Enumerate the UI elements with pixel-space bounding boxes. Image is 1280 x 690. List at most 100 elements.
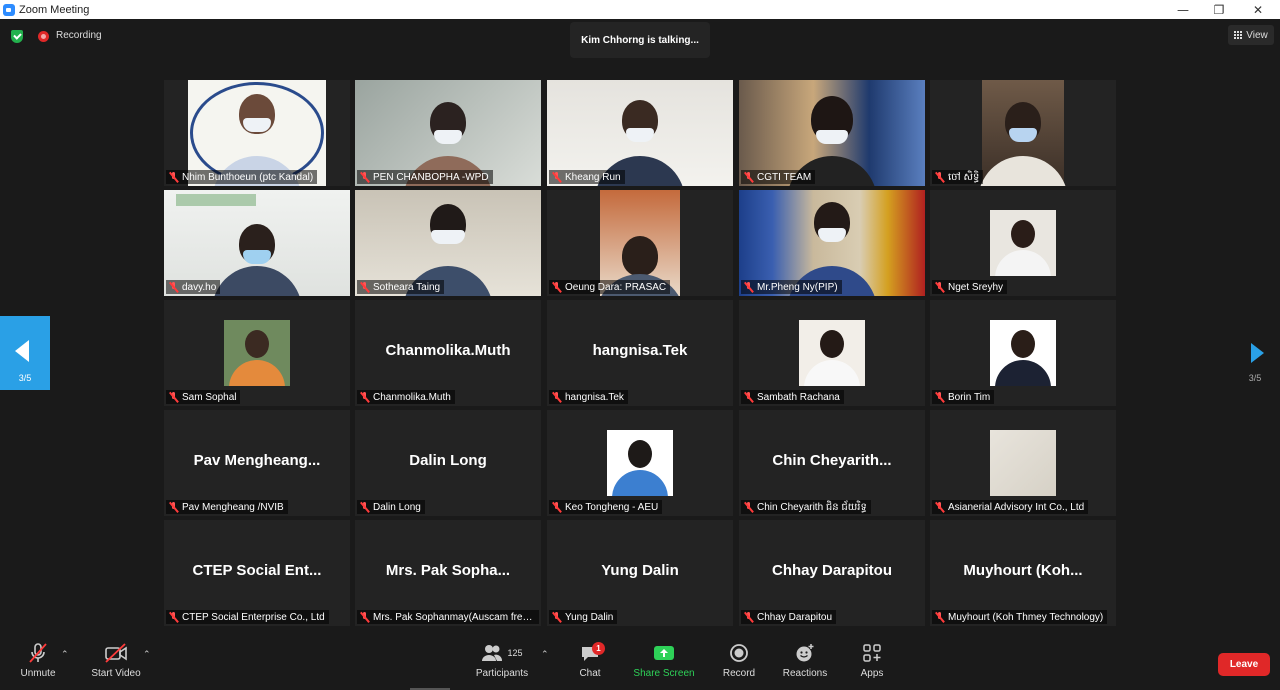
participant-tile[interactable]: Mr.Pheng Ny(PIP) — [739, 190, 925, 296]
share-screen-button[interactable]: Share Screen — [630, 638, 698, 690]
participants-button[interactable]: 125 Participants — [472, 638, 532, 690]
participant-name-bar: Mrs. Pak Sophanmay(Auscam free... — [357, 610, 539, 624]
participant-tile[interactable]: Kheang Run — [547, 80, 733, 186]
participant-tile[interactable]: Sambath Rachana — [739, 300, 925, 406]
participant-tile[interactable]: Chhay Darapitou Chhay Darapitou — [739, 520, 925, 626]
reactions-button[interactable]: Reactions — [780, 638, 830, 690]
participant-tile[interactable]: Sotheara Taing — [355, 190, 541, 296]
view-label: View — [1246, 29, 1268, 41]
mic-muted-icon — [360, 611, 369, 623]
participant-tile[interactable]: Chin Cheyarith... Chin Cheyarith ជិន ជ័យ… — [739, 410, 925, 516]
participant-tile[interactable]: Keo Tongheng - AEU — [547, 410, 733, 516]
share-screen-label: Share Screen — [633, 668, 695, 679]
chat-label: Chat — [579, 668, 601, 679]
participant-name-bar: Asianerial Advisory Int Co., Ltd — [932, 500, 1089, 514]
participant-name: Keo Tongheng - AEU — [565, 501, 659, 513]
participant-name: Chhay Darapitou — [757, 611, 833, 623]
participant-name: Oeung Dara: PRASAC — [565, 281, 667, 293]
participant-name-bar: Dalin Long — [357, 500, 425, 514]
participant-name-bar: Kheang Run — [549, 170, 625, 184]
audio-options-chevron-icon[interactable]: ⌃ — [61, 650, 69, 660]
page-indicator-left: 3/5 — [18, 373, 32, 383]
participant-photo — [607, 430, 673, 496]
participant-display-name: Muyhourt (Koh... — [963, 562, 1083, 579]
participant-tile[interactable]: Nget Sreyhy — [930, 190, 1116, 296]
maximize-button[interactable]: ❐ — [1201, 0, 1237, 19]
next-page-button[interactable]: 3/5 — [1232, 316, 1280, 390]
recording-icon[interactable] — [38, 31, 49, 42]
participant-name-bar: davy.ho — [166, 280, 221, 294]
unmute-button[interactable]: Unmute — [16, 638, 60, 690]
participant-photo — [799, 320, 865, 386]
participant-name-bar: Nget Sreyhy — [932, 280, 1008, 294]
mic-off-icon — [27, 638, 49, 668]
participant-tile[interactable]: Pav Mengheang... Pav Mengheang /NVIB — [164, 410, 350, 516]
participants-icon: 125 — [481, 638, 523, 668]
view-button[interactable]: View — [1228, 25, 1274, 45]
participant-tile[interactable]: Asianerial Advisory Int Co., Ltd — [930, 410, 1116, 516]
start-video-button[interactable]: Start Video — [88, 638, 144, 690]
participant-name: Mrs. Pak Sophanmay(Auscam free... — [373, 611, 535, 623]
participant-tile[interactable]: Nhim Bunthoeun (ptc Kandal) — [164, 80, 350, 186]
video-options-chevron-icon[interactable]: ⌃ — [143, 650, 151, 660]
participant-tile[interactable]: Oeung Dara: PRASAC — [547, 190, 733, 296]
chat-button[interactable]: 1 Chat — [572, 638, 608, 690]
leave-button[interactable]: Leave — [1218, 653, 1270, 676]
mic-muted-icon — [360, 281, 369, 293]
previous-page-button[interactable]: 3/5 — [0, 316, 50, 390]
mic-muted-icon — [552, 171, 561, 183]
participant-tile[interactable]: Dalin Long Dalin Long — [355, 410, 541, 516]
participant-display-name: Yung Dalin — [601, 562, 679, 579]
mic-muted-icon — [552, 281, 561, 293]
participant-tile[interactable]: davy.ho — [164, 190, 350, 296]
participant-tile[interactable]: CTEP Social Ent... CTEP Social Enterpris… — [164, 520, 350, 626]
arrow-left-icon — [15, 340, 29, 362]
record-button[interactable]: Record — [718, 638, 760, 690]
participant-display-name: Mrs. Pak Sopha... — [385, 562, 511, 579]
participant-tile[interactable]: Sam Sophal — [164, 300, 350, 406]
mic-muted-icon — [935, 391, 944, 403]
mic-muted-icon — [744, 611, 753, 623]
video-off-icon — [103, 638, 129, 668]
participant-tile[interactable]: Muyhourt (Koh... Muyhourt (Koh Thmey Tec… — [930, 520, 1116, 626]
minimize-button[interactable]: — — [1165, 0, 1201, 19]
page-indicator-right: 3/5 — [1248, 373, 1262, 383]
participant-tile[interactable]: Chanmolika.Muth Chanmolika.Muth — [355, 300, 541, 406]
mic-muted-icon — [935, 611, 944, 623]
start-video-label: Start Video — [91, 668, 141, 679]
participant-name-bar: Muyhourt (Koh Thmey Technology) — [932, 610, 1108, 624]
mic-muted-icon — [935, 171, 944, 183]
participant-name: hangnisa.Tek — [565, 391, 624, 403]
participants-options-chevron-icon[interactable]: ⌃ — [541, 650, 549, 660]
participant-photo — [990, 320, 1056, 386]
chat-unread-badge: 1 — [592, 642, 605, 655]
participant-name: Sotheara Taing — [373, 281, 441, 293]
mic-muted-icon — [744, 501, 753, 513]
participant-tile[interactable]: hangnisa.Tek hangnisa.Tek — [547, 300, 733, 406]
participants-label: Participants — [475, 668, 529, 679]
participant-tile[interactable]: CGTI TEAM — [739, 80, 925, 186]
participants-count: 125 — [507, 648, 523, 658]
security-shield-icon[interactable] — [11, 30, 23, 43]
mic-muted-icon — [552, 611, 561, 623]
participant-tile[interactable]: ចៅ សិទ្ធិ — [930, 80, 1116, 186]
apps-label: Apps — [860, 668, 884, 679]
participant-tile[interactable]: Yung Dalin Yung Dalin — [547, 520, 733, 626]
participant-name: CGTI TEAM — [757, 171, 812, 183]
apps-button[interactable]: Apps — [856, 638, 888, 690]
mic-muted-icon — [935, 501, 944, 513]
recording-label: Recording — [56, 30, 102, 41]
participant-name-bar: hangnisa.Tek — [549, 390, 628, 404]
participant-name-bar: CTEP Social Enterprise Co., Ltd — [166, 610, 329, 624]
participant-tile[interactable]: PEN CHANBOPHA -WPD — [355, 80, 541, 186]
participant-tile[interactable]: Mrs. Pak Sopha... Mrs. Pak Sophanmay(Aus… — [355, 520, 541, 626]
grid-icon — [1234, 30, 1243, 40]
participant-name-bar: Pav Mengheang /NVIB — [166, 500, 288, 514]
participant-tile[interactable]: Borin Tim — [930, 300, 1116, 406]
unmute-label: Unmute — [20, 668, 56, 679]
close-button[interactable]: ✕ — [1240, 0, 1276, 19]
mic-muted-icon — [552, 501, 561, 513]
participant-photo — [990, 430, 1056, 496]
mic-muted-icon — [935, 281, 944, 293]
participant-video — [978, 80, 1068, 186]
